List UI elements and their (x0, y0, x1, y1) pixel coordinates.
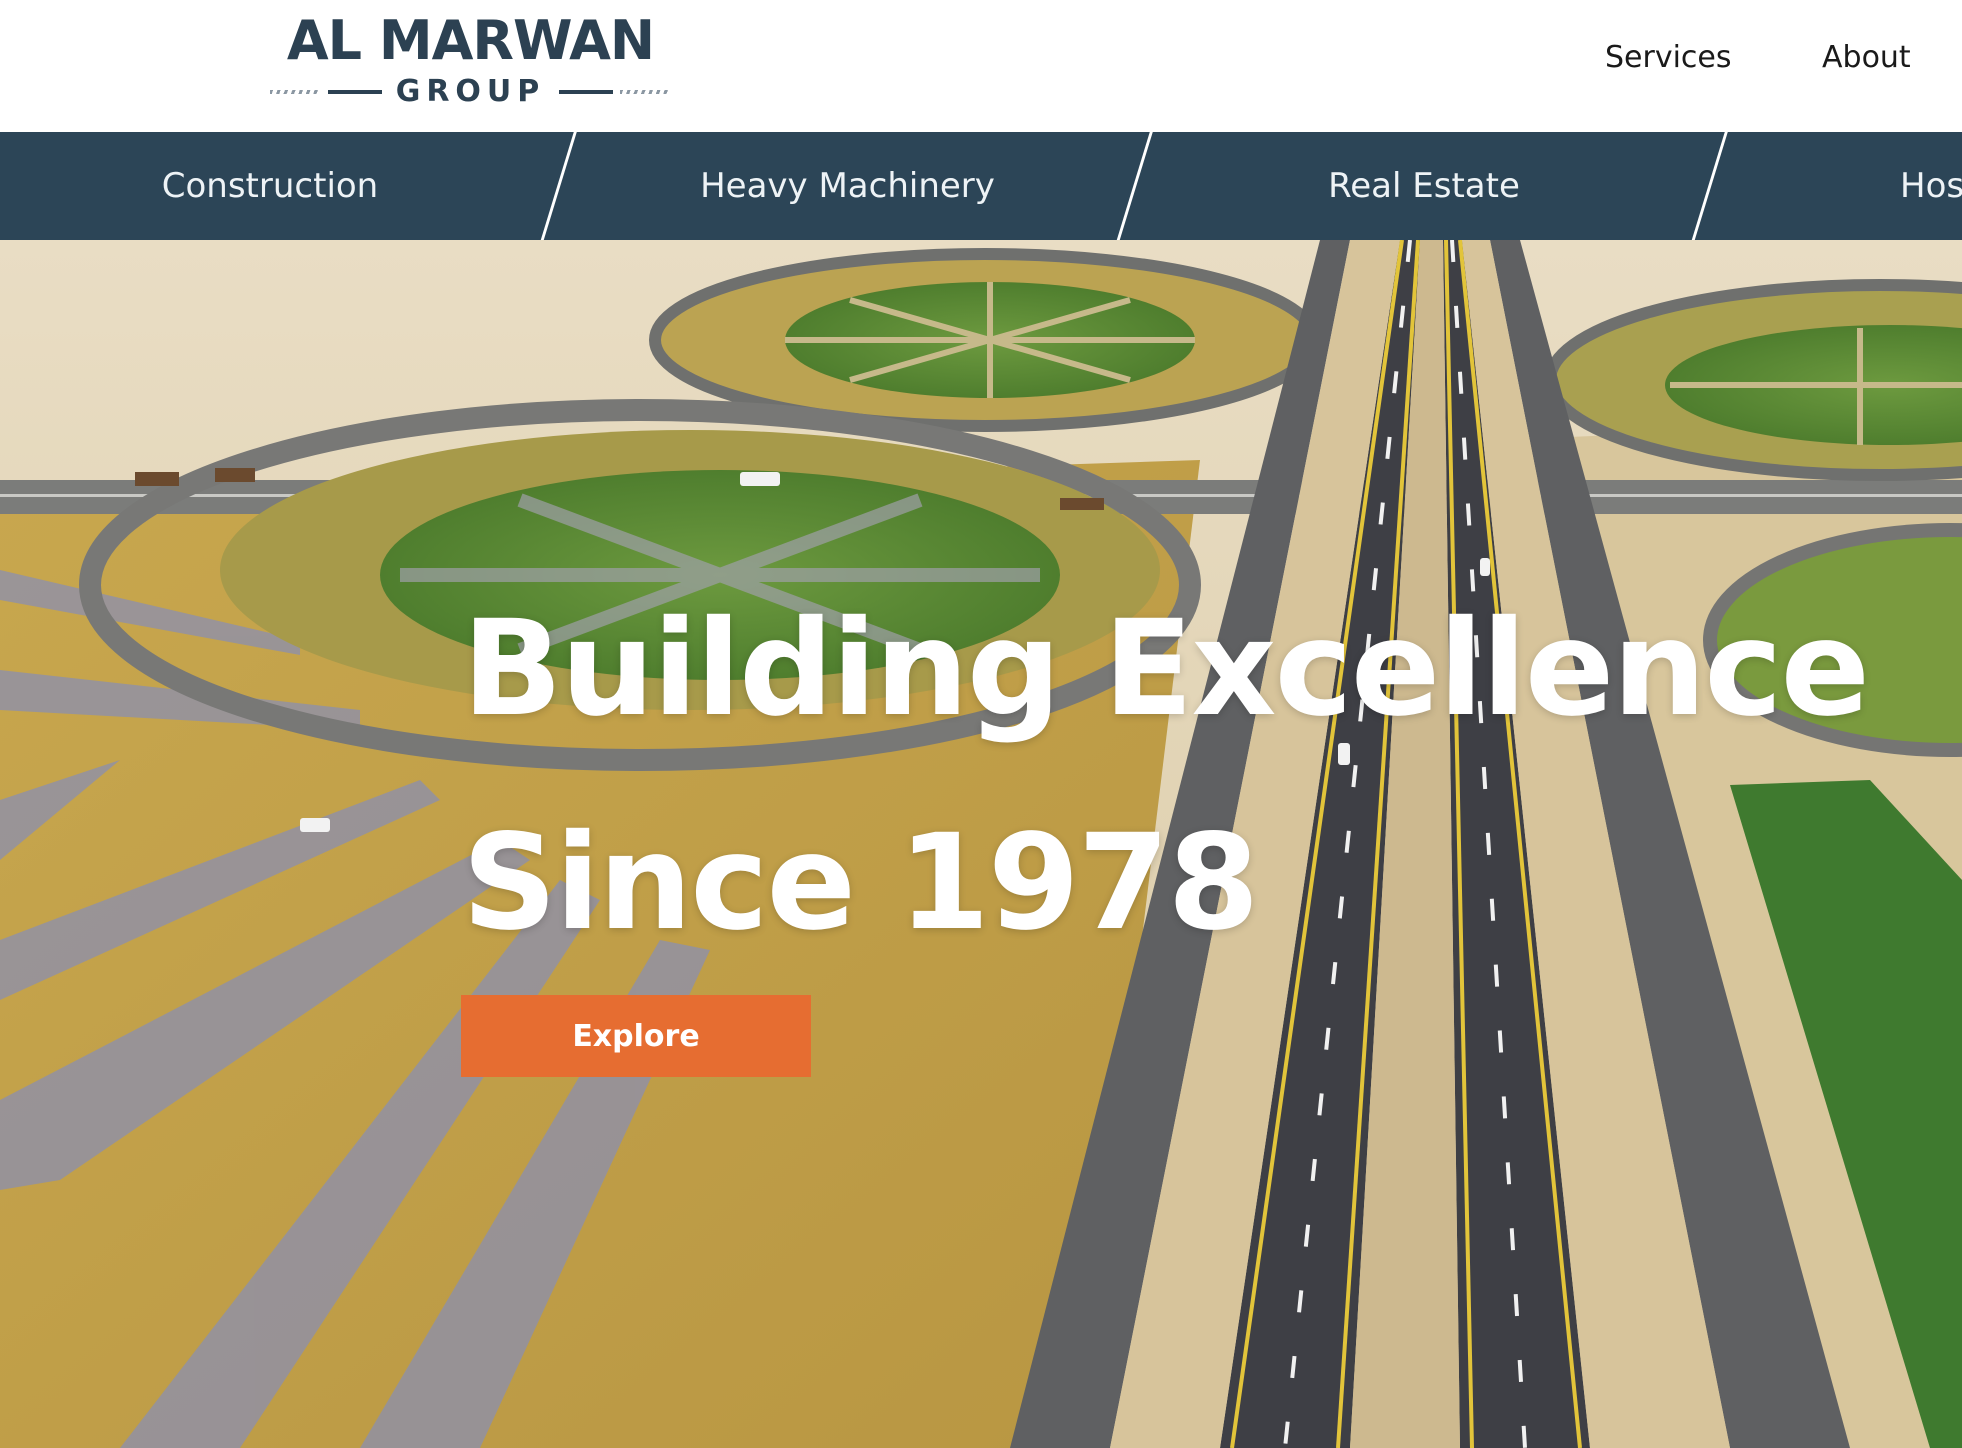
hero-headline: Building Excellence Since 1978 (462, 562, 1962, 990)
nav-about-link[interactable]: About (1822, 36, 1911, 80)
company-logo[interactable]: AL MARWAN GROUP (268, 12, 673, 112)
category-heavy-machinery[interactable]: Heavy Machinery (560, 132, 1135, 240)
category-real-estate[interactable]: Real Estate (1135, 132, 1713, 240)
hero-headline-line1: Building Excellence (462, 592, 1870, 746)
logo-rule-right (559, 90, 613, 94)
category-construction[interactable]: Construction (0, 132, 540, 240)
site-header: AL MARWAN GROUP Services About (0, 0, 1962, 132)
category-hospitality[interactable]: Hos (1900, 132, 1962, 240)
hero-section: Building Excellence Since 1978 Explore (0, 240, 1962, 1448)
logo-subline: GROUP (268, 74, 673, 110)
explore-button[interactable]: Explore (461, 995, 811, 1077)
nav-services-link[interactable]: Services (1605, 36, 1732, 80)
category-nav-bar: Construction Heavy Machinery Real Estate… (0, 132, 1962, 240)
hero-headline-line2: Since 1978 (462, 806, 1259, 960)
logo-dash-right (620, 90, 670, 94)
logo-wordmark: AL MARWAN (286, 9, 655, 72)
